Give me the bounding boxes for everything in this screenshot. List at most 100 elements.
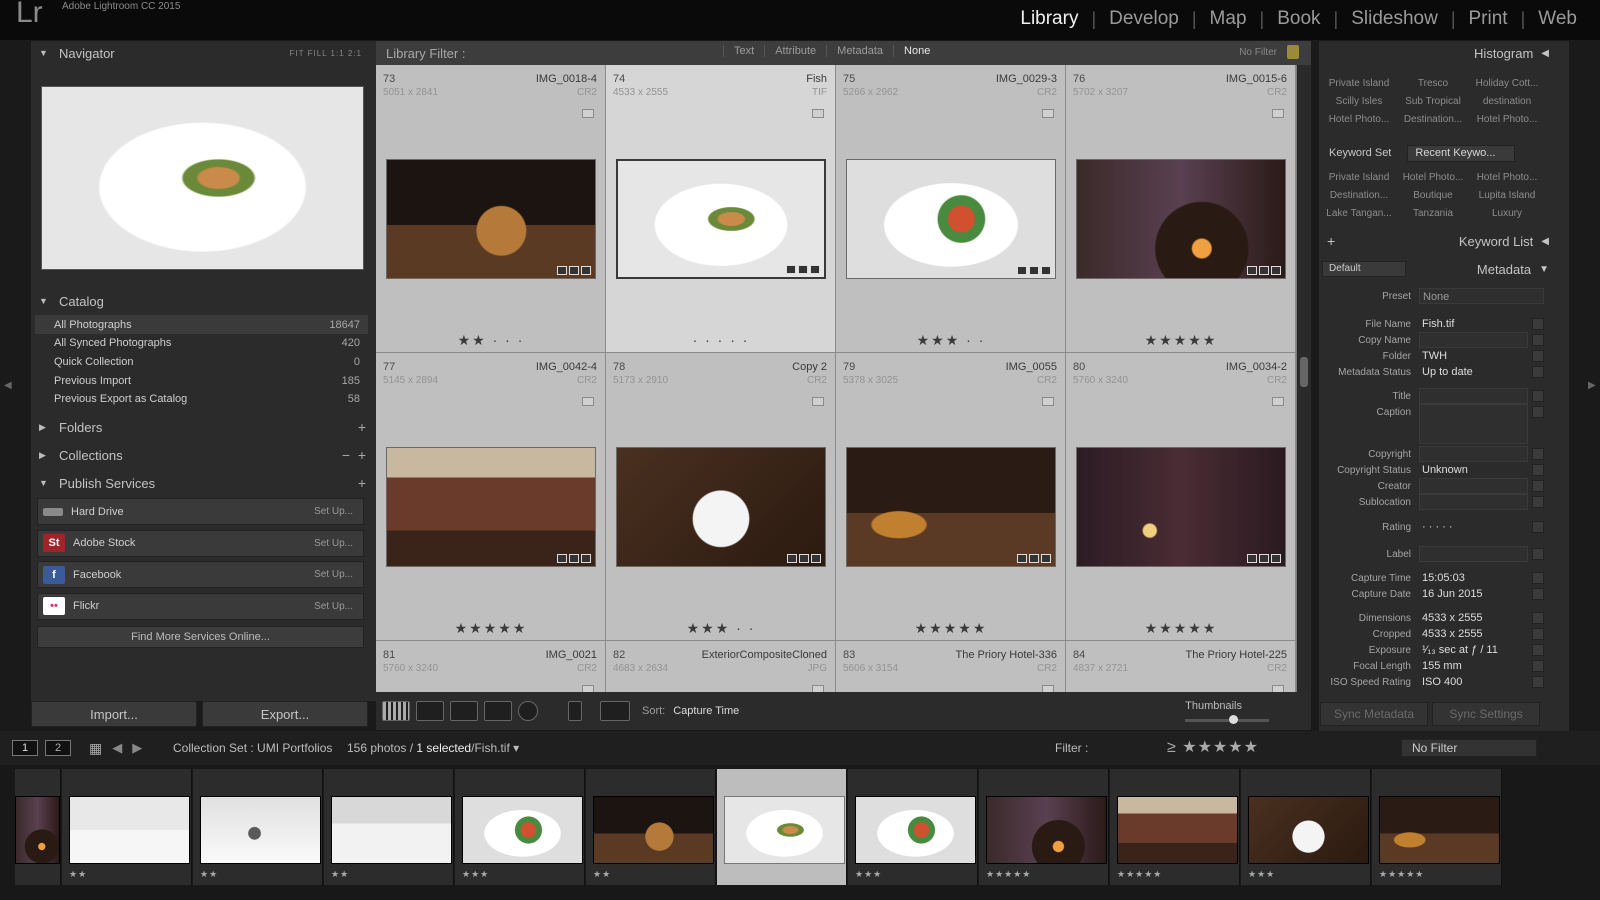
suggested-keyword[interactable]: Holiday Cott... bbox=[1470, 76, 1544, 91]
metadata-action-icon[interactable] bbox=[1532, 334, 1544, 346]
scrollbar-thumb[interactable] bbox=[1300, 357, 1308, 387]
slider-knob[interactable] bbox=[1229, 715, 1238, 724]
sort-select[interactable]: Capture Time bbox=[673, 705, 739, 717]
module-web[interactable]: Web bbox=[1525, 8, 1590, 30]
setup-link[interactable]: Set Up... bbox=[314, 538, 353, 549]
module-develop[interactable]: Develop bbox=[1096, 8, 1192, 30]
module-slideshow[interactable]: Slideshow bbox=[1338, 8, 1451, 30]
grid-scrollbar[interactable] bbox=[1297, 65, 1311, 692]
filmstrip-thumbnail[interactable] bbox=[69, 796, 190, 864]
grid-cell[interactable]: 74 Fish 4533 x 2555 TIF · · · · · bbox=[606, 65, 836, 353]
filmstrip-cell[interactable]: ★★★ bbox=[455, 769, 585, 885]
keyword-set-item[interactable]: Destination... bbox=[1322, 188, 1396, 203]
thumbnail-image[interactable] bbox=[846, 447, 1056, 567]
loupe-view-icon[interactable] bbox=[416, 701, 444, 721]
quick-collection-icon[interactable] bbox=[812, 685, 824, 692]
metadata-value[interactable] bbox=[1419, 478, 1528, 494]
metadata-value[interactable] bbox=[1419, 446, 1528, 462]
painter-icon[interactable] bbox=[568, 701, 582, 721]
metadata-value[interactable]: 4533 x 2555 bbox=[1419, 610, 1528, 626]
star-rating[interactable]: ★★★★★ bbox=[836, 620, 1066, 637]
filmstrip-thumbnail[interactable] bbox=[855, 796, 976, 864]
collections-header[interactable]: ▶ Collections − + bbox=[31, 443, 376, 467]
metadata-value[interactable]: · · · · · bbox=[1419, 519, 1528, 535]
catalog-header[interactable]: ▼ Catalog bbox=[31, 289, 376, 313]
metadata-action-icon[interactable] bbox=[1532, 406, 1544, 418]
grid-cell[interactable]: 73 IMG_0018-4 5051 x 2841 CR2 ★★ · · · bbox=[376, 65, 606, 353]
add-publish-service-icon[interactable]: + bbox=[358, 475, 366, 491]
sync-settings-button[interactable]: Sync Settings bbox=[1432, 702, 1540, 726]
grid-cell[interactable]: 76 IMG_0015-6 5702 x 3207 CR2 ★★★★★ bbox=[1066, 65, 1296, 353]
quick-collection-icon[interactable] bbox=[1042, 685, 1054, 692]
star-rating[interactable]: ★★★ · · bbox=[606, 620, 836, 637]
grid-cell[interactable]: 77 IMG_0042-4 5145 x 2894 CR2 ★★★★★ bbox=[376, 353, 606, 641]
catalog-item[interactable]: Quick Collection 0 bbox=[35, 352, 368, 371]
metadata-action-icon[interactable] bbox=[1532, 350, 1544, 362]
grid-cell[interactable]: 80 IMG_0034-2 5760 x 3240 CR2 ★★★★★ bbox=[1066, 353, 1296, 641]
metadata-value[interactable]: Fish.tif bbox=[1419, 316, 1528, 332]
metadata-header[interactable]: Default Metadata ▼ bbox=[1319, 258, 1549, 280]
window-1-button[interactable]: 1 bbox=[12, 740, 38, 756]
grid-cell[interactable]: 79 IMG_0055 5378 x 3025 CR2 ★★★★★ bbox=[836, 353, 1066, 641]
keyword-list-header[interactable]: + Keyword List ◀ bbox=[1319, 230, 1549, 252]
publish-service-hard-drive[interactable]: Hard Drive Set Up... bbox=[37, 498, 364, 525]
star-rating[interactable]: · · · · · bbox=[606, 332, 836, 348]
thumbnail-image[interactable] bbox=[386, 159, 596, 279]
metadata-value[interactable] bbox=[1419, 494, 1528, 510]
metadata-value[interactable]: TWH bbox=[1419, 348, 1528, 364]
metadata-value[interactable] bbox=[1419, 546, 1528, 562]
star-rating[interactable]: ★★★★★ bbox=[376, 620, 606, 637]
star-rating[interactable]: ★★★★★ bbox=[1066, 620, 1296, 637]
metadata-value[interactable]: Up to date bbox=[1419, 364, 1528, 380]
quick-collection-icon[interactable] bbox=[582, 109, 594, 118]
grid-cell[interactable]: 82 ExteriorCompositeCloned 4683 x 2634 JPG bbox=[606, 641, 836, 692]
filmstrip-source[interactable]: Collection Set : UMI Portfolios bbox=[173, 741, 332, 755]
filmstrip-thumbnail[interactable] bbox=[986, 796, 1107, 864]
histogram-header[interactable]: Histogram ◀ bbox=[1319, 42, 1549, 64]
metadata-action-icon[interactable] bbox=[1532, 480, 1544, 492]
filmstrip-cell[interactable]: ★★ bbox=[586, 769, 716, 885]
module-print[interactable]: Print bbox=[1456, 8, 1521, 30]
catalog-item[interactable]: Previous Export as Catalog 58 bbox=[35, 390, 368, 409]
grid-cell[interactable]: 78 Copy 2 5173 x 2910 CR2 ★★★ · · bbox=[606, 353, 836, 641]
metadata-action-icon[interactable] bbox=[1532, 496, 1544, 508]
suggested-keyword[interactable]: Sub Tropical bbox=[1396, 94, 1470, 109]
metadata-action-icon[interactable] bbox=[1532, 660, 1544, 672]
filmstrip-cell[interactable] bbox=[15, 769, 61, 885]
quick-collection-icon[interactable] bbox=[812, 109, 824, 118]
filmstrip-thumbnail[interactable] bbox=[1117, 796, 1238, 864]
metadata-action-icon[interactable] bbox=[1532, 644, 1544, 656]
publish-service-facebook[interactable]: f Facebook Set Up... bbox=[37, 561, 364, 588]
grid-icon[interactable]: ▦ bbox=[89, 740, 102, 757]
filmstrip-thumbnail[interactable] bbox=[462, 796, 583, 864]
metadata-action-icon[interactable] bbox=[1532, 548, 1544, 560]
thumbnail-image[interactable] bbox=[386, 447, 596, 567]
metadata-action-icon[interactable] bbox=[1532, 448, 1544, 460]
metadata-value[interactable]: ISO 400 bbox=[1419, 674, 1528, 690]
grid-view-icon[interactable] bbox=[382, 701, 410, 721]
preset-select[interactable]: None bbox=[1419, 288, 1544, 304]
thumbnail-image[interactable] bbox=[1076, 447, 1286, 567]
filmstrip-cell[interactable]: ★★★★★ bbox=[1372, 769, 1502, 885]
metadata-value[interactable]: 155 mm bbox=[1419, 658, 1528, 674]
window-2-button[interactable]: 2 bbox=[45, 740, 71, 756]
star-rating[interactable]: ★★★★★ bbox=[1066, 332, 1296, 349]
keyword-set-item[interactable]: Boutique bbox=[1396, 188, 1470, 203]
keyword-set-item[interactable]: Tanzania bbox=[1396, 206, 1470, 221]
metadata-value[interactable] bbox=[1419, 332, 1528, 348]
keyword-set-item[interactable]: Hotel Photo... bbox=[1396, 170, 1470, 185]
right-panel-toggle-icon[interactable]: ▶ bbox=[1588, 380, 1596, 391]
add-keyword-icon[interactable]: + bbox=[1327, 233, 1335, 249]
quick-collection-icon[interactable] bbox=[582, 685, 594, 692]
filmstrip-thumbnail[interactable] bbox=[200, 796, 321, 864]
filmstrip-cell[interactable]: ★★★ bbox=[848, 769, 978, 885]
find-more-services-button[interactable]: Find More Services Online... bbox=[37, 626, 364, 648]
module-library[interactable]: Library bbox=[1007, 8, 1091, 30]
thumbnail-image[interactable] bbox=[616, 447, 826, 567]
filter-option-attribute[interactable]: Attribute bbox=[764, 45, 826, 57]
compare-view-icon[interactable] bbox=[450, 701, 478, 721]
publish-service-flickr[interactable]: •• Flickr Set Up... bbox=[37, 592, 364, 620]
metadata-value[interactable]: 16 Jun 2015 bbox=[1419, 586, 1528, 602]
sync-metadata-button[interactable]: Sync Metadata bbox=[1320, 702, 1428, 726]
metadata-action-icon[interactable] bbox=[1532, 572, 1544, 584]
